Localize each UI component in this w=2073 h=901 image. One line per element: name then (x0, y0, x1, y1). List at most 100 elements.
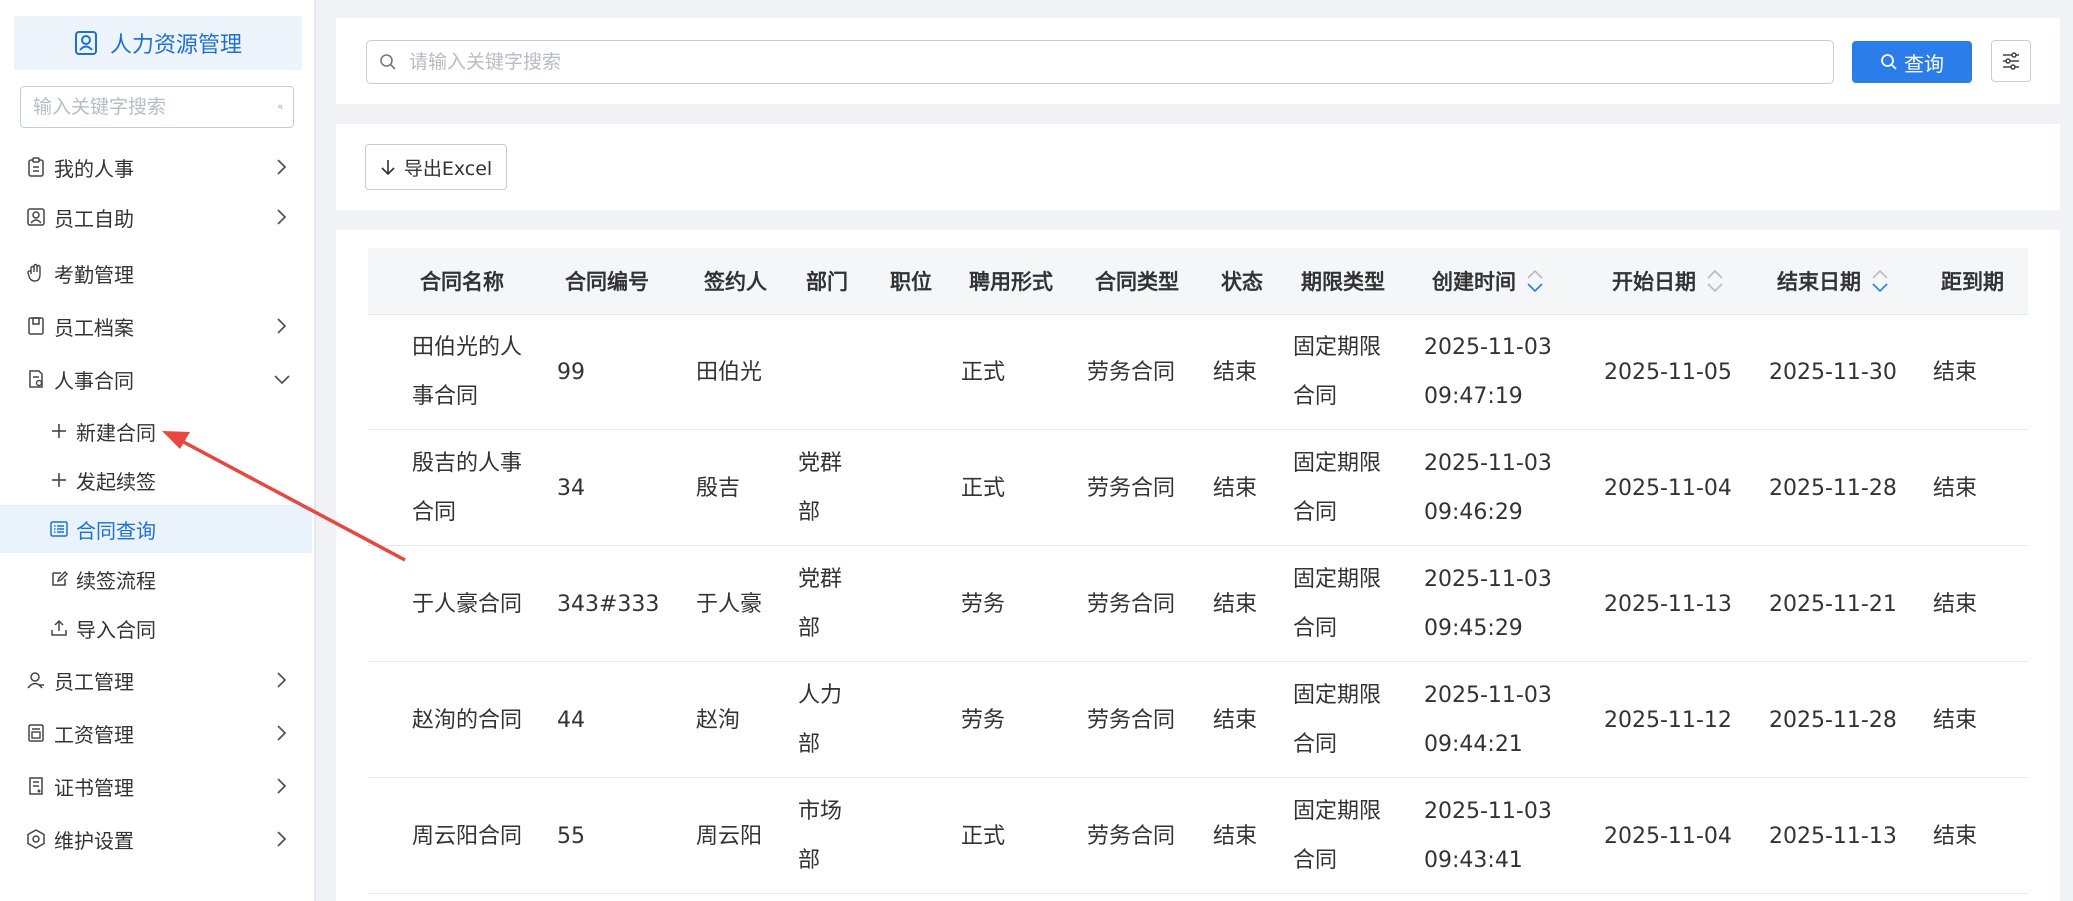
cell-start: 2025-11-04 (1604, 823, 1732, 849)
cell-number: 34 (557, 475, 585, 501)
submenu-label: 续签流程 (76, 568, 156, 593)
cell-signer: 赵洵 (696, 707, 741, 733)
menu-label: 维护设置 (54, 828, 134, 853)
column-header-position[interactable]: 职位 (890, 248, 932, 314)
cell-number: 55 (557, 823, 585, 849)
cell-status: 结束 (1213, 475, 1258, 501)
submenu-import-contract[interactable]: 导入合同 (0, 604, 312, 652)
menu-label: 员工档案 (54, 315, 134, 340)
sort-toggle[interactable] (1871, 269, 1889, 293)
export-excel-button[interactable]: 导出Excel (365, 144, 507, 190)
column-header-start[interactable]: 开始日期 (1612, 248, 1724, 314)
cell-name[interactable]: 赵洵的合同 (412, 662, 542, 778)
submenu-contract-query[interactable]: 合同查询 (0, 505, 312, 553)
menu-certificate-management[interactable]: 证书管理 (0, 761, 312, 811)
cell-term: 固定期限合同 (1293, 451, 1382, 525)
column-header-number[interactable]: 合同编号 (565, 248, 649, 314)
sidebar-search[interactable] (20, 86, 294, 128)
table-row[interactable]: 于人豪合同 343#333 于人豪 党群部 劳务 劳务合同 结束 固定期限合同 … (368, 546, 2028, 662)
menu-employee-archive[interactable]: 员工档案 (0, 301, 312, 351)
cell-status: 结束 (1213, 707, 1258, 733)
sort-down-icon (1707, 283, 1723, 293)
cell-name[interactable]: 田伯光的人事合同 (412, 314, 532, 430)
chevron-right-icon (277, 725, 286, 741)
cell-created: 2025-11-03 09:44:21 (1424, 683, 1552, 757)
column-header-label: 开始日期 (1612, 270, 1696, 294)
search-icon[interactable] (278, 98, 283, 116)
chevron-right-icon (277, 318, 286, 334)
cell-dept: 市场部 (798, 799, 843, 873)
menu-label: 员工自助 (54, 206, 134, 231)
sort-up-icon (1527, 269, 1543, 279)
submenu-renewal-flow[interactable]: 续签流程 (0, 555, 312, 603)
menu-hr-contract[interactable]: 人事合同 (0, 354, 312, 404)
cell-start: 2025-11-12 (1604, 707, 1732, 733)
arrow-down-icon (381, 160, 395, 176)
contract-icon (29, 370, 43, 388)
menu-salary-management[interactable]: 工资管理 (0, 708, 312, 758)
column-header-label: 创建时间 (1432, 270, 1516, 294)
cell-term: 固定期限合同 (1293, 799, 1382, 873)
search-input[interactable] (407, 50, 1821, 74)
sort-down-icon (1872, 283, 1888, 293)
column-header-signer[interactable]: 签约人 (704, 248, 767, 314)
column-header-type[interactable]: 合同类型 (1095, 248, 1179, 314)
table-row[interactable]: 田伯光的人事合同 99 田伯光 正式 劳务合同 结束 固定期限合同 2025-1… (368, 314, 2028, 430)
column-header-employment[interactable]: 聘用形式 (969, 248, 1053, 314)
table-header: 合同名称 合同编号 签约人 部门 职位 聘用形式 合同类型 状态 期限类型 创建… (368, 248, 2028, 315)
cell-employment: 劳务 (961, 591, 1006, 617)
cell-term: 固定期限合同 (1293, 683, 1382, 757)
cell-expiry: 结束 (1933, 707, 1978, 733)
menu-attendance[interactable]: 考勤管理 (0, 248, 312, 298)
upload-icon (51, 619, 67, 636)
sort-up-icon (1872, 269, 1888, 279)
menu-employee-management[interactable]: 员工管理 (0, 655, 312, 705)
column-header-dept[interactable]: 部门 (806, 248, 848, 314)
cell-name[interactable]: 殷吉的人事合同 (412, 430, 532, 546)
chevron-right-icon (277, 831, 286, 847)
column-header-created[interactable]: 创建时间 (1432, 248, 1544, 314)
cell-term: 固定期限合同 (1293, 567, 1382, 641)
cell-start: 2025-11-05 (1604, 359, 1732, 385)
clipboard-icon (28, 157, 44, 177)
table-row[interactable]: 赵洵的合同 44 赵洵 人力部 劳务 劳务合同 结束 固定期限合同 2025-1… (368, 662, 2028, 778)
table-row[interactable]: 周云阳合同 55 周云阳 市场部 正式 劳务合同 结束 固定期限合同 2025-… (368, 778, 2028, 894)
menu-label: 员工管理 (54, 669, 134, 694)
salary-icon (28, 724, 44, 742)
cell-expiry: 结束 (1933, 359, 1978, 385)
menu-self-service[interactable]: 员工自助 (0, 192, 312, 242)
cell-created: 2025-11-03 09:46:29 (1424, 451, 1552, 525)
filter-settings-button[interactable] (1991, 40, 2031, 82)
cell-created: 2025-11-03 09:47:19 (1424, 335, 1552, 409)
menu-maintenance-settings[interactable]: 维护设置 (0, 814, 312, 864)
column-header-status[interactable]: 状态 (1221, 248, 1263, 314)
cell-name[interactable]: 周云阳合同 (412, 778, 542, 894)
cell-expiry: 结束 (1933, 823, 1978, 849)
column-header-end[interactable]: 结束日期 (1777, 248, 1889, 314)
cell-type: 劳务合同 (1087, 591, 1176, 617)
submenu-new-contract[interactable]: 新建合同 (0, 407, 312, 455)
cell-signer: 于人豪 (696, 591, 763, 617)
app-title: 人力资源管理 (109, 33, 242, 58)
search-icon (380, 54, 396, 70)
search-box[interactable] (366, 40, 1834, 84)
column-header-term[interactable]: 期限类型 (1301, 248, 1385, 314)
cell-type: 劳务合同 (1087, 823, 1176, 849)
sidebar-search-input[interactable] (31, 95, 278, 119)
sort-toggle[interactable] (1526, 269, 1544, 293)
cell-start: 2025-11-04 (1604, 475, 1732, 501)
sort-toggle[interactable] (1706, 269, 1724, 293)
cell-created: 2025-11-03 09:43:41 (1424, 799, 1552, 873)
column-header-name[interactable]: 合同名称 (420, 248, 504, 314)
menu-my-hr[interactable]: 我的人事 (0, 142, 312, 192)
sliders-icon (2003, 52, 2019, 70)
app-brand[interactable]: 人力资源管理 (14, 16, 302, 70)
query-button[interactable]: 查询 (1852, 41, 1972, 83)
table-row[interactable]: 殷吉的人事合同 34 殷吉 党群部 正式 劳务合同 结束 固定期限合同 2025… (368, 430, 2028, 546)
column-header-expiry[interactable]: 距到期 (1941, 248, 2004, 314)
cell-employment: 正式 (961, 359, 1006, 385)
cell-dept: 党群部 (798, 451, 843, 525)
cell-name[interactable]: 于人豪合同 (412, 546, 542, 662)
submenu-renewal[interactable]: 发起续签 (0, 456, 312, 504)
search-panel: 查询 (336, 18, 2060, 104)
